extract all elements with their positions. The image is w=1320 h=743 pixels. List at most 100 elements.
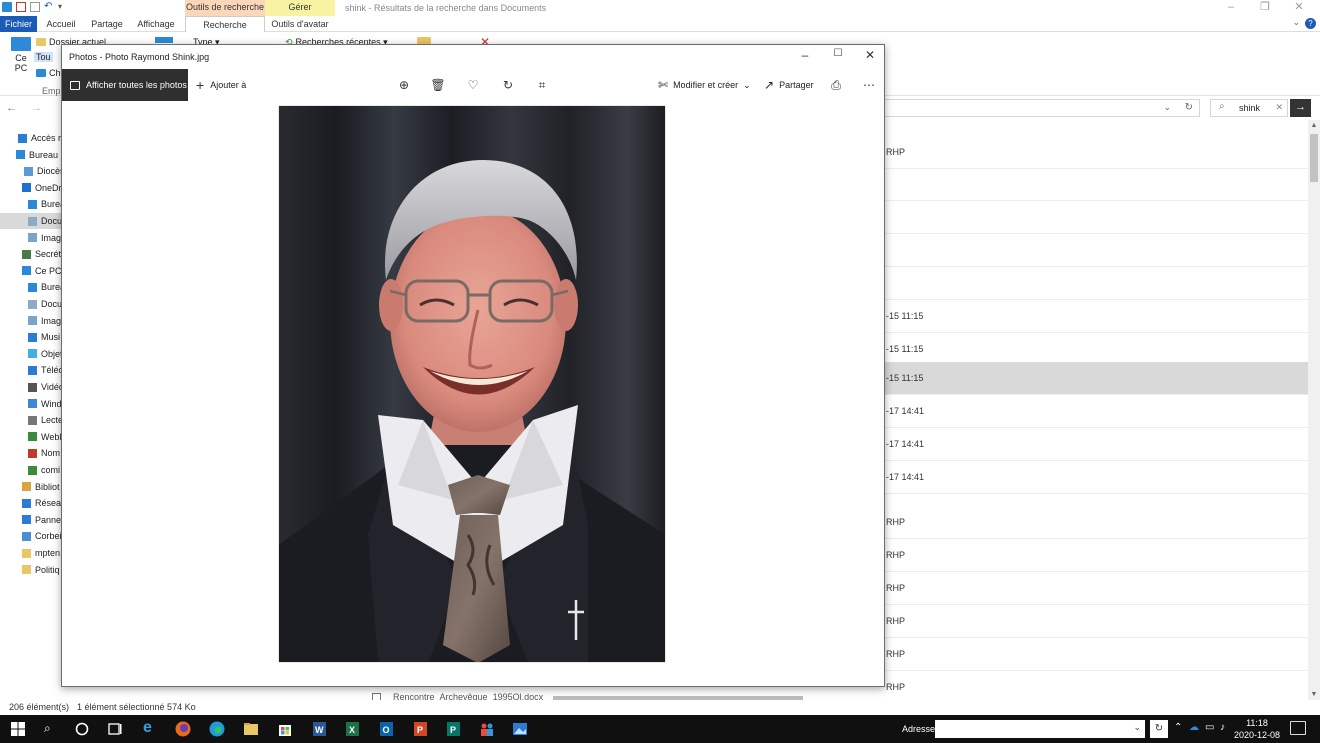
result-row[interactable] [884,168,1308,201]
favorite-heart-icon[interactable]: ♡ [465,77,481,93]
this-pc-button[interactable]: Ce PC [8,37,34,73]
forward-arrow-icon[interactable]: → [31,102,42,114]
tab-home[interactable]: Accueil [40,16,82,32]
volume-tray-icon[interactable]: ♪ [1220,722,1225,733]
search-taskbar-icon[interactable]: ⌕ [44,721,51,736]
explorer-maximize-icon[interactable]: ❐ [1248,0,1282,14]
result-row[interactable]: RHP [884,506,1308,539]
explorer-close-icon[interactable]: ✕ [1282,0,1316,14]
powerpoint-icon[interactable]: P [411,720,429,738]
explorer-minimize-icon[interactable]: – [1214,0,1248,14]
print-icon[interactable]: ⎙ [828,77,844,93]
properties-icon[interactable] [16,2,26,12]
cortana-icon[interactable] [73,720,91,738]
task-view-icon[interactable] [106,720,124,738]
nav-item[interactable]: Webl [0,429,62,445]
search-go-arrow-icon[interactable]: → [1290,99,1311,117]
publisher-icon[interactable]: P [444,720,462,738]
result-row[interactable] [884,267,1308,300]
nav-item[interactable]: Bibliot [0,479,62,495]
nav-item[interactable]: Politiq [0,562,62,578]
windows-start-icon[interactable] [9,720,27,738]
address-toolbar-refresh-icon[interactable]: ↻ [1150,720,1168,738]
edge-icon[interactable] [208,720,226,738]
scrollbar-thumb[interactable] [1310,134,1318,182]
scroll-up-icon[interactable]: ▲ [1308,122,1320,129]
refresh-icon[interactable]: ↻ [1185,102,1193,113]
file-explorer-icon[interactable] [242,720,260,738]
results-scrollbar[interactable]: ▲ ▼ [1308,120,1320,700]
nav-item[interactable]: Imag [0,313,62,329]
internet-explorer-icon[interactable]: e [143,719,152,737]
result-row[interactable]: RHP [884,539,1308,572]
address-bar[interactable]: ⌄ ↻ [880,99,1200,117]
result-row[interactable]: RHP [884,136,1308,169]
share-button[interactable]: ↗ Partager [764,69,814,101]
tab-search[interactable]: Recherche [185,16,265,32]
nav-item[interactable]: Objet [0,346,62,362]
date-modified-button[interactable] [155,37,173,43]
result-row[interactable] [884,234,1308,267]
photos-minimize-icon[interactable]: – [790,48,820,62]
more-options-icon[interactable]: ⋯ [861,77,877,93]
help-icon[interactable]: ? [1305,18,1316,29]
nav-item[interactable]: Accès ra [0,130,62,146]
address-dropdown-chevron-icon[interactable]: ⌄ [1163,102,1171,113]
open-location-button[interactable] [417,37,431,44]
result-row[interactable]: -15 11:15 [884,362,1308,395]
nav-item[interactable]: Nom [0,445,62,461]
firefox-icon[interactable] [174,720,192,738]
tray-overflow-chevron-icon[interactable]: ⌃ [1174,722,1182,733]
nav-item[interactable]: comi [0,462,62,478]
search-box[interactable]: ⌕ shink ✕ [1210,99,1288,117]
nav-item[interactable]: Vidéo [0,379,62,395]
delete-icon[interactable]: 🗑 [430,77,446,93]
tab-view[interactable]: Affichage [132,16,180,32]
rotate-icon[interactable]: ↻ [500,77,516,93]
people-app-icon[interactable] [478,720,496,738]
result-row[interactable]: -17 14:41 [884,428,1308,461]
result-row[interactable]: -17 14:41 [884,395,1308,428]
store-icon[interactable] [276,720,294,738]
outlook-icon[interactable]: O [377,720,395,738]
scroll-down-icon[interactable]: ▼ [1308,691,1320,698]
nav-item[interactable]: Lecte [0,412,62,428]
result-row[interactable]: -15 11:15 [884,300,1308,333]
crop-icon[interactable]: ⌗ [534,77,550,93]
nav-item[interactable]: Burea [0,196,62,212]
nav-item[interactable]: Bureau [0,147,62,163]
nav-item[interactable]: Burea [0,279,62,295]
nav-item[interactable]: Réseau [0,495,62,511]
result-row[interactable] [884,201,1308,234]
nav-item[interactable]: Musi [0,329,62,345]
nav-item[interactable]: Docu [0,213,62,229]
address-toolbar-input[interactable]: ⌄ [935,720,1145,738]
clear-search-icon[interactable]: ✕ [1275,102,1283,113]
add-to-button[interactable]: + Ajouter à [196,69,246,101]
nav-item[interactable]: Ce PC [0,263,62,279]
search-input[interactable]: shink [1239,103,1260,113]
nav-item[interactable]: Secréta [0,246,62,262]
back-arrow-icon[interactable]: ← [6,102,17,114]
zoom-in-icon[interactable]: ⊕ [396,77,412,93]
result-row[interactable]: RHP [884,638,1308,671]
nav-item[interactable]: Docu [0,296,62,312]
result-row[interactable]: RHP [884,605,1308,638]
excel-icon[interactable]: X [343,720,361,738]
taskbar-clock[interactable]: 11:18 2020-12-08 [1232,717,1282,741]
nav-item[interactable]: Panne [0,512,62,528]
nav-item[interactable]: Wind [0,396,62,412]
photos-close-icon[interactable]: ✕ [855,48,885,62]
result-row[interactable]: RHP [884,572,1308,605]
onedrive-tray-icon[interactable]: ☁ [1189,722,1199,733]
tab-file[interactable]: Fichier [0,16,37,32]
result-row[interactable]: -17 14:41 [884,461,1308,494]
photos-app-icon[interactable] [511,720,529,738]
tab-avatar-tools[interactable]: Outils d'avatar [265,16,335,32]
nav-item[interactable]: Imag [0,230,62,246]
nav-item[interactable]: Diocès [0,163,62,179]
show-all-photos-button[interactable]: Afficher toutes les photos [62,69,188,101]
action-center-icon[interactable] [1290,721,1306,735]
new-file-icon[interactable] [30,2,40,12]
all-subfolders-button[interactable]: Tou [34,52,53,62]
